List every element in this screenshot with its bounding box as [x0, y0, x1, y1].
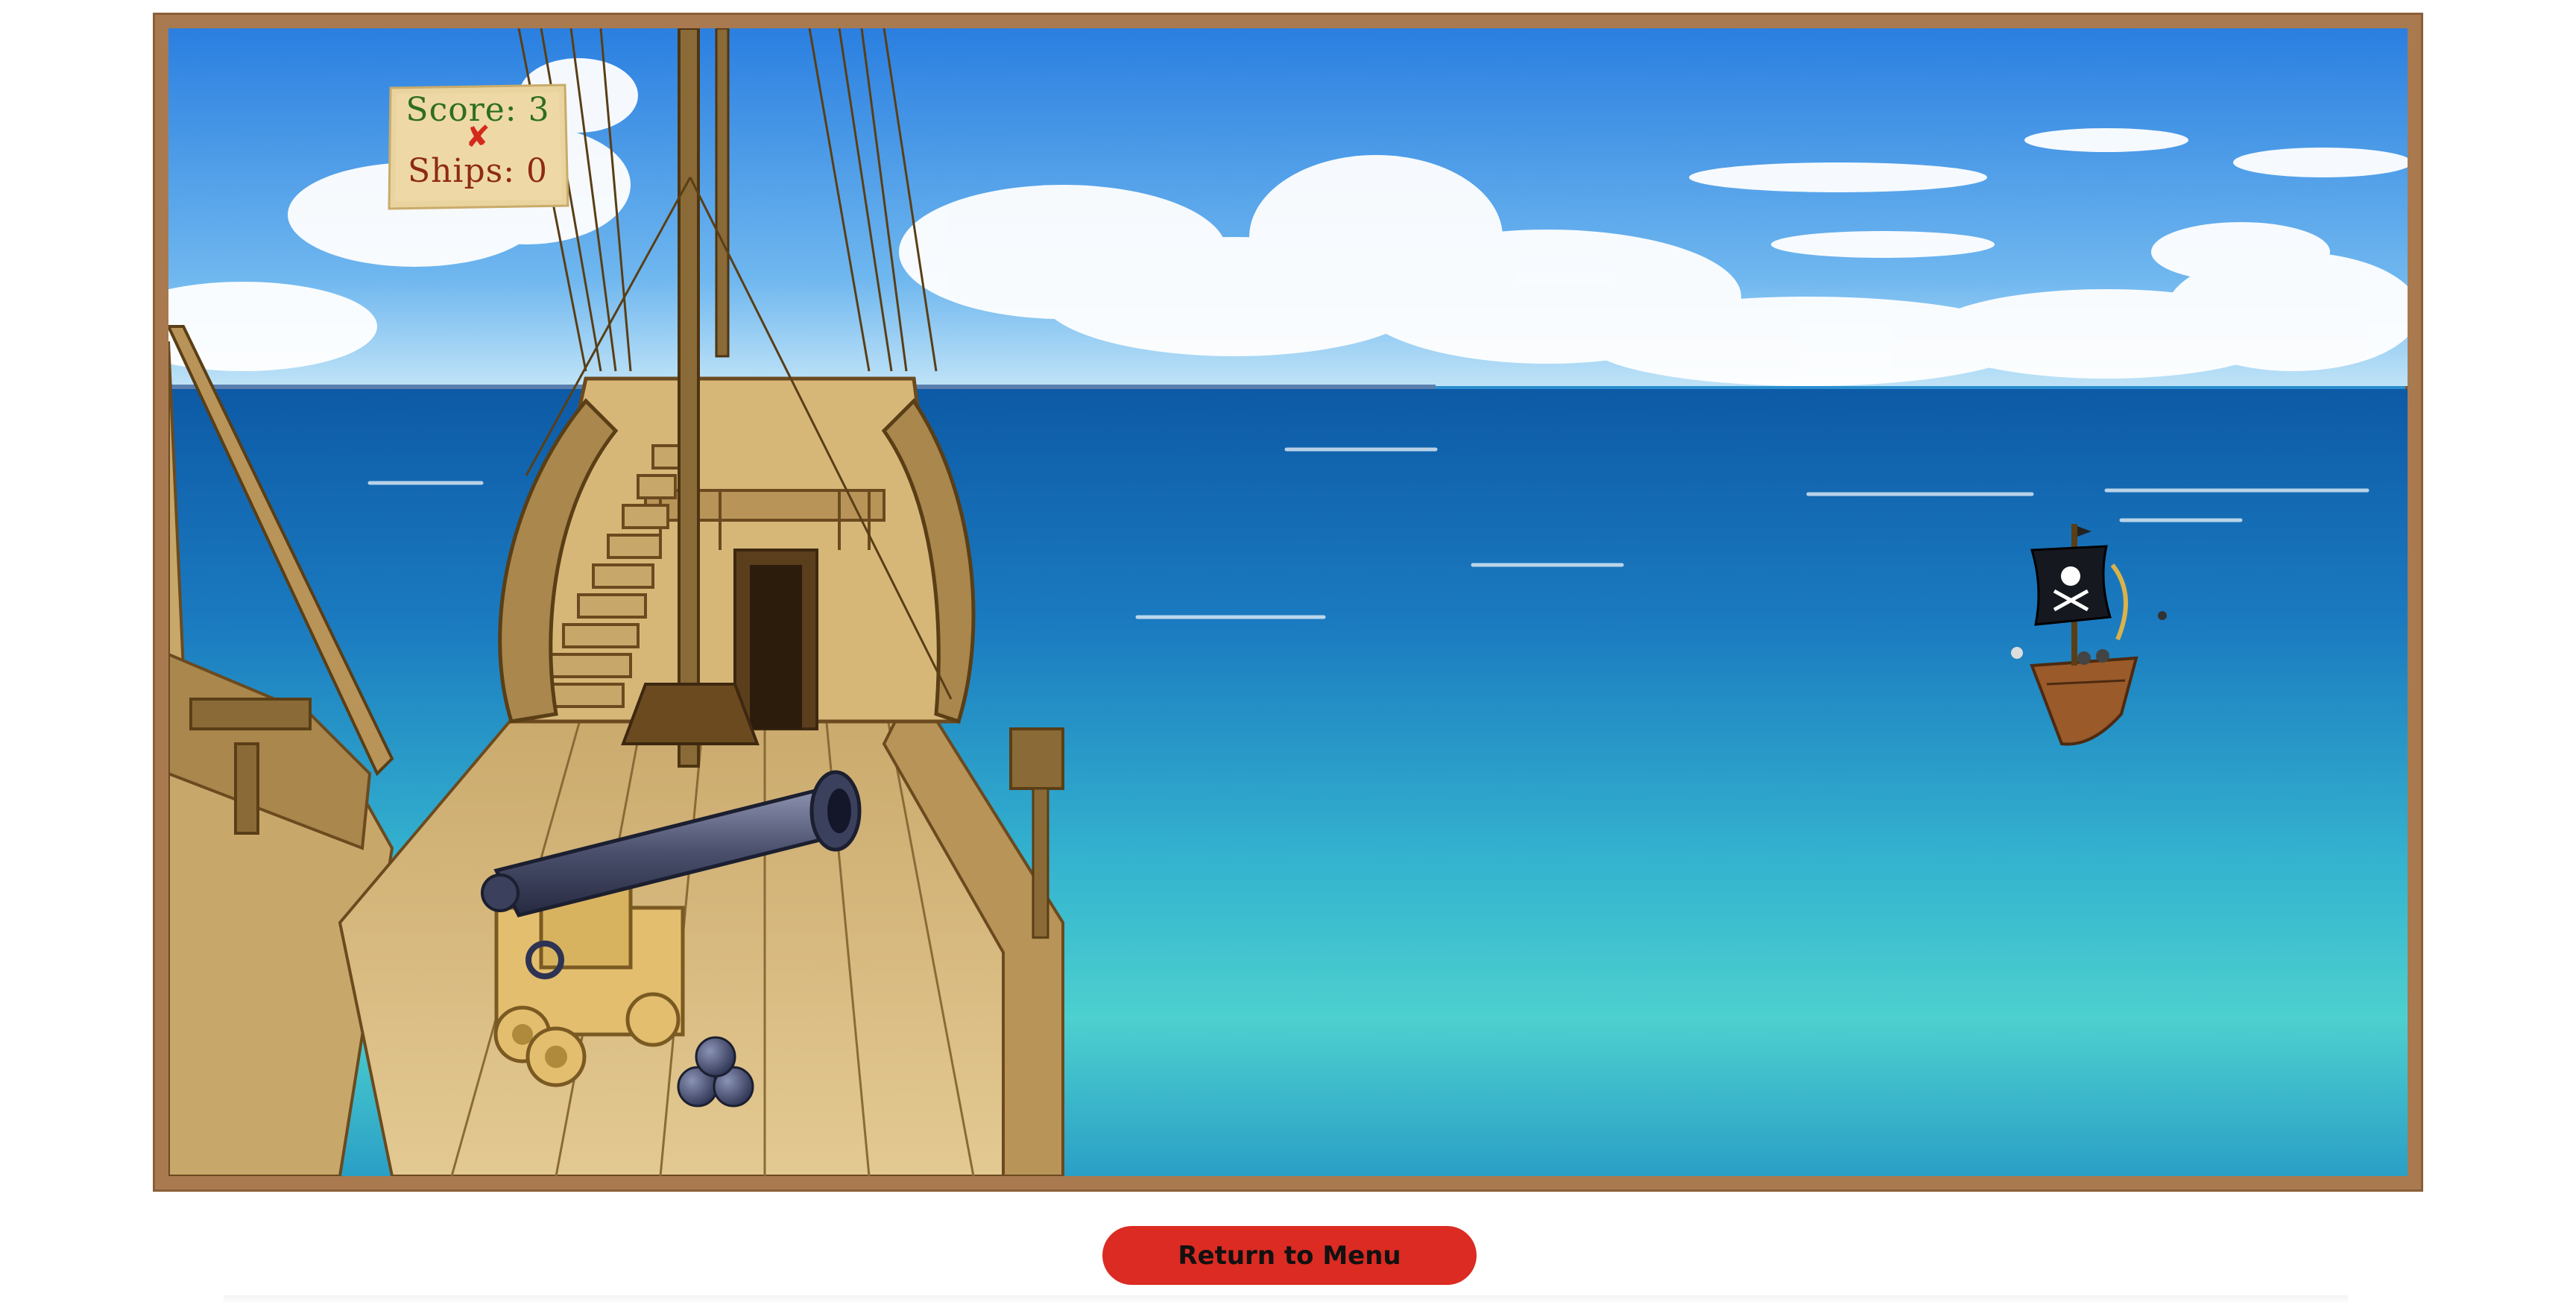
- return-to-menu-button[interactable]: Return to Menu: [1102, 1226, 1477, 1285]
- game-viewport[interactable]: Score: 3 ✘ Ships: 0: [155, 15, 2421, 1189]
- miss-x-icon: ✘: [465, 120, 490, 154]
- ships-label: Ships: 0: [407, 152, 549, 190]
- score-board: Score: 3 ✘ Ships: 0: [386, 83, 569, 210]
- footer-shadow: [224, 1295, 2348, 1304]
